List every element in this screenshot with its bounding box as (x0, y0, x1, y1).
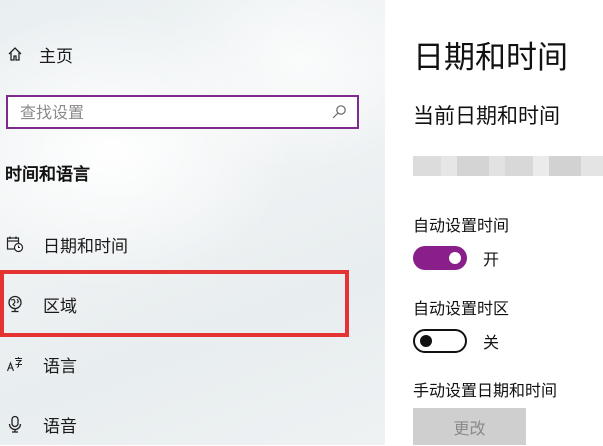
sidebar-item-label: 语音 (43, 416, 77, 437)
search-box[interactable] (6, 95, 359, 129)
sidebar-item-label: 主页 (39, 46, 73, 67)
sidebar-item-language[interactable]: 语言 (0, 342, 385, 386)
auto-set-timezone-toggle[interactable]: 关 (413, 329, 499, 353)
toggle-switch-off[interactable] (413, 329, 467, 353)
toggle-knob (420, 335, 432, 347)
change-button[interactable]: 更改 (413, 408, 526, 445)
manual-set-date-time-label: 手动设置日期和时间 (413, 381, 558, 400)
sidebar-item-label: 区域 (43, 296, 77, 317)
current-date-time-value-blurred (413, 156, 603, 176)
language-icon (5, 354, 25, 374)
section-title: 时间和语言 (5, 165, 90, 185)
sidebar-item-label: 日期和时间 (43, 236, 128, 257)
toggle-switch-on[interactable] (413, 246, 467, 270)
sidebar-item-date-time[interactable]: 日期和时间 (0, 222, 385, 266)
globe-region-icon (5, 294, 25, 314)
page-title: 日期和时间 (413, 40, 568, 76)
current-date-time-heading: 当前日期和时间 (413, 104, 560, 128)
settings-sidebar: 主页 时间和语言 日期和时间 (0, 0, 385, 445)
toggle-state-label: 关 (483, 333, 500, 352)
date-time-page: 日期和时间 当前日期和时间 自动设置时间 开 自动设置时区 关 手动设置日期和时… (385, 0, 603, 445)
microphone-icon (5, 414, 25, 434)
auto-set-timezone-label: 自动设置时区 (413, 299, 510, 318)
auto-set-time-toggle[interactable]: 开 (413, 246, 499, 270)
search-icon[interactable] (329, 102, 349, 122)
sidebar-item-speech[interactable]: 语音 (0, 402, 385, 446)
toggle-knob (449, 252, 461, 264)
sidebar-item-label: 语言 (43, 356, 77, 377)
sidebar-item-home[interactable]: 主页 (0, 32, 385, 76)
auto-set-time-label: 自动设置时间 (413, 216, 510, 235)
home-icon (5, 44, 25, 64)
toggle-state-label: 开 (483, 250, 500, 269)
search-input[interactable] (8, 101, 329, 123)
sidebar-item-region[interactable]: 区域 (0, 282, 385, 326)
calendar-clock-icon (5, 234, 25, 254)
